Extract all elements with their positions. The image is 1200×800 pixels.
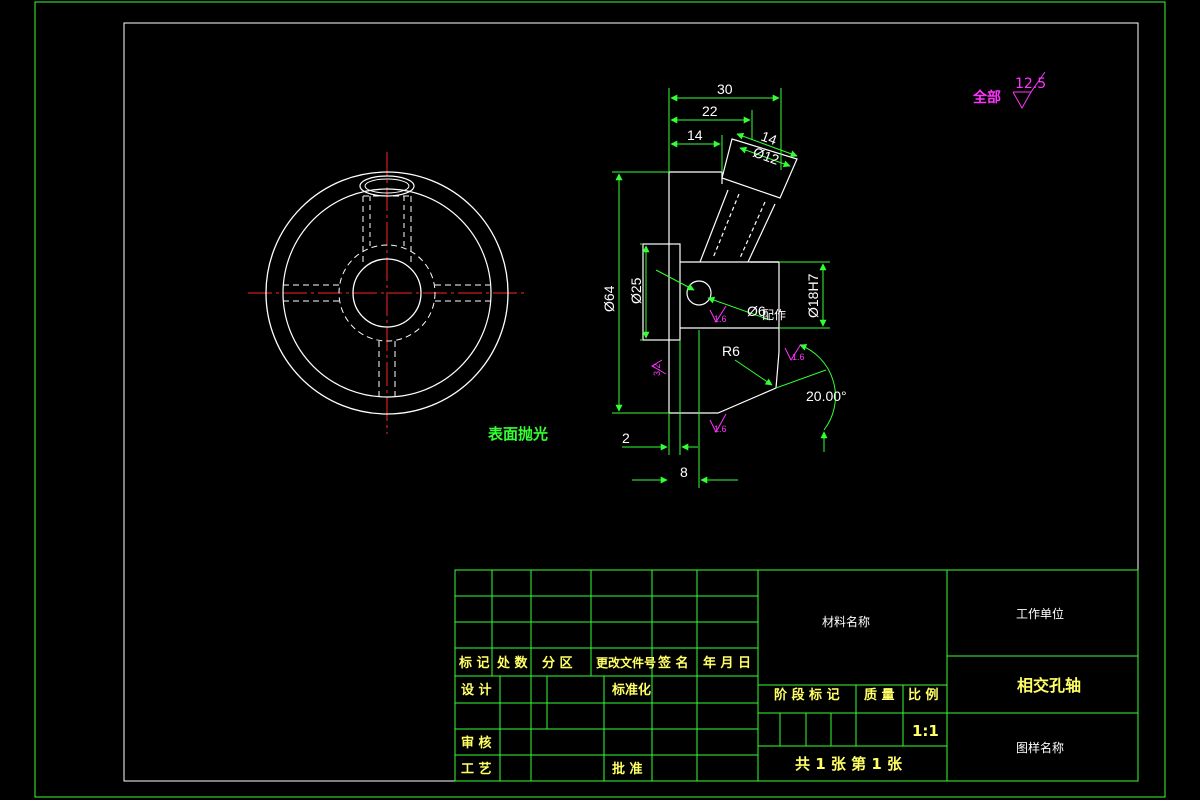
label-scale: 比 例 (908, 687, 939, 703)
rev-header-mark: 标 记 (458, 655, 490, 671)
label-stage-mark: 阶 段 标 记 (774, 687, 840, 703)
rev-header-sign: 签 名 (657, 655, 689, 671)
front-view (248, 152, 528, 434)
label-process: 工 艺 (461, 761, 492, 777)
roughness-2: 1.6 (714, 424, 727, 434)
label-standardize: 标准化 (611, 682, 651, 698)
dim-8: 8 (680, 464, 688, 480)
dim-d64: Ø64 (601, 285, 617, 312)
rev-header-zone: 分 区 (542, 655, 573, 671)
label-approve: 批 准 (612, 761, 643, 777)
dim-angle: 20.00° (806, 388, 847, 404)
roughness-marks (651, 71, 1046, 434)
label-material: 材料名称 (822, 614, 870, 629)
cad-drawing: 表面抛光 30 22 14 14 Ø12 Ø64 Ø25 Ø18H7 Ø6 配作… (34, 1, 1166, 798)
label-review: 审 核 (461, 735, 492, 751)
roughness-3: 1.6 (792, 352, 805, 362)
scale-value: 1:1 (912, 722, 939, 740)
surface-note: 表面抛光 (488, 425, 548, 443)
label-unit: 工作单位 (1016, 606, 1064, 621)
rev-header-count: 处 数 (496, 655, 529, 671)
roughness-all-label: 全部 (972, 89, 1001, 106)
label-drawing-name: 图样名称 (1016, 740, 1064, 755)
dim-2: 2 (622, 430, 630, 446)
label-weight: 质 量 (864, 687, 895, 703)
rev-header-docno: 更改文件号 (596, 655, 656, 670)
dim-d25: Ø25 (628, 277, 644, 304)
outer-frame (34, 1, 1166, 798)
roughness-4: 3.2 (652, 363, 662, 376)
dim-14a: 14 (687, 127, 703, 143)
roughness-1: 1.6 (714, 314, 727, 324)
label-design: 设 计 (461, 682, 492, 698)
dim-d18h7: Ø18H7 (805, 273, 821, 318)
section-view (642, 138, 798, 414)
dim-r6: R6 (722, 343, 740, 359)
dim-22: 22 (702, 103, 718, 119)
roughness-all-value: 12.5 (1015, 76, 1046, 92)
dim-d12: Ø12 (751, 144, 782, 168)
part-name: 相交孔轴 (1017, 676, 1081, 695)
dim-d6-note: 配作 (762, 308, 786, 322)
dim-30: 30 (717, 81, 733, 97)
rev-header-date: 年 月 日 (703, 655, 751, 671)
sheet-count: 共 1 张 第 1 张 (795, 755, 903, 773)
